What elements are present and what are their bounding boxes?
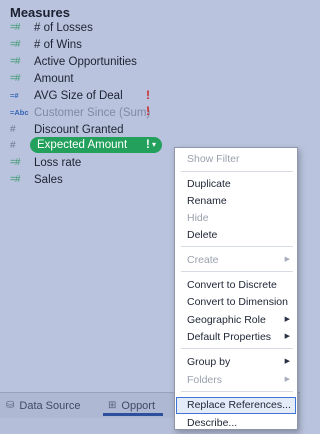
menu-item-geographic-role[interactable]: Geographic Role ▶ (175, 312, 297, 328)
number-icon: # (10, 124, 16, 135)
field-label: Expected Amount (37, 139, 128, 151)
field-label: AVG Size of Deal (34, 89, 123, 102)
grid-icon: ⊞ (108, 400, 117, 411)
menu-item-duplicate[interactable]: Duplicate (175, 176, 297, 192)
menu-item-label: Geographic Role (187, 314, 266, 326)
field-label: # of Wins (34, 38, 82, 51)
tab-label: Opport (121, 399, 156, 412)
menu-separator (181, 348, 293, 349)
menu-item-label: Convert to Dimension (187, 296, 288, 308)
submenu-arrow-icon: ▶ (284, 358, 290, 365)
submenu-arrow-icon: ▶ (284, 316, 290, 323)
field-label: Amount (34, 72, 74, 85)
calculated-field-icon: =# (10, 91, 19, 100)
menu-item-rename[interactable]: Rename (175, 193, 297, 209)
field-context-menu: Show Filter Duplicate Rename Hide Delete… (174, 147, 298, 430)
submenu-arrow-icon: ▶ (284, 333, 290, 340)
menu-item-label: Convert to Discrete (187, 279, 277, 291)
menu-item-show-filter[interactable]: Show Filter (175, 151, 297, 167)
menu-item-default-properties[interactable]: Default Properties ▶ (175, 329, 297, 345)
menu-item-label: Folders (187, 374, 223, 386)
field-row-amount[interactable]: =# Amount (10, 70, 180, 87)
measure-number-icon: =# (10, 56, 20, 67)
menu-item-label: Duplicate (187, 178, 231, 190)
menu-item-label: Describe... (187, 417, 238, 429)
field-row-wins[interactable]: =# # of Wins (10, 36, 180, 53)
field-row-discount-granted[interactable]: # Discount Granted (10, 121, 180, 138)
menu-item-convert-to-discrete[interactable]: Convert to Discrete (175, 277, 297, 293)
field-label: Loss rate (34, 156, 82, 169)
field-label: Customer Since (Sum) (34, 106, 151, 119)
menu-item-delete[interactable]: Delete (175, 227, 297, 243)
menu-item-convert-to-dimension[interactable]: Convert to Dimension (175, 294, 297, 310)
tab-opportunities[interactable]: ⊞ Opport (108, 397, 155, 414)
field-label: Sales (34, 173, 63, 186)
menu-separator (181, 246, 293, 247)
warning-icon: ! (146, 88, 150, 102)
field-row-sales[interactable]: =# Sales (10, 171, 180, 188)
measure-number-icon: =# (10, 73, 20, 84)
field-row-customer-since[interactable]: =Abc Customer Since (Sum) (10, 104, 180, 121)
field-row-loss-rate[interactable]: =# Loss rate (10, 154, 180, 171)
measure-number-icon: =# (10, 157, 20, 168)
field-label: Discount Granted (34, 123, 124, 136)
measure-number-icon: =# (10, 39, 20, 50)
field-row-avg-size-of-deal[interactable]: =# AVG Size of Deal (10, 87, 180, 104)
measure-number-icon: =# (10, 22, 20, 33)
submenu-arrow-icon: ▶ (284, 376, 290, 383)
tab-data-source[interactable]: ⛁ Data Source (6, 397, 81, 414)
menu-separator (181, 171, 293, 172)
menu-item-label: Group by (187, 356, 231, 368)
menu-separator (181, 391, 293, 392)
menu-item-label: Hide (187, 212, 209, 224)
menu-separator (181, 271, 293, 272)
active-tab-indicator (103, 413, 163, 416)
measure-number-icon: =# (10, 174, 20, 185)
warning-icon: ! (146, 104, 150, 118)
menu-item-label: Show Filter (187, 153, 240, 165)
chevron-down-icon[interactable]: ▾ (152, 137, 156, 153)
field-row-losses[interactable]: =# # of Losses (10, 19, 180, 36)
field-row-active-opportunities[interactable]: =# Active Opportunities (10, 53, 180, 70)
tab-label: Data Source (19, 399, 81, 412)
menu-item-label: Create (187, 254, 219, 266)
menu-item-label: Rename (187, 195, 227, 207)
menu-item-replace-references[interactable]: Replace References... (176, 397, 296, 414)
menu-item-group-by[interactable]: Group by ▶ (175, 354, 297, 370)
menu-item-create[interactable]: Create ▶ (175, 252, 297, 268)
measures-heading: Measures (10, 5, 70, 20)
menu-item-label: Replace References... (187, 399, 291, 411)
menu-item-folders[interactable]: Folders ▶ (175, 372, 297, 388)
menu-item-hide[interactable]: Hide (175, 210, 297, 226)
warning-icon: ! (146, 139, 150, 151)
field-label: # of Losses (34, 21, 93, 34)
abc-string-icon: =Abc (10, 108, 29, 117)
menu-item-describe[interactable]: Describe... (175, 415, 297, 431)
menu-item-label: Default Properties (187, 331, 272, 343)
menu-item-label: Delete (187, 229, 218, 241)
field-label: Active Opportunities (34, 55, 137, 68)
database-icon: ⛁ (6, 400, 15, 411)
submenu-arrow-icon: ▶ (284, 256, 290, 263)
